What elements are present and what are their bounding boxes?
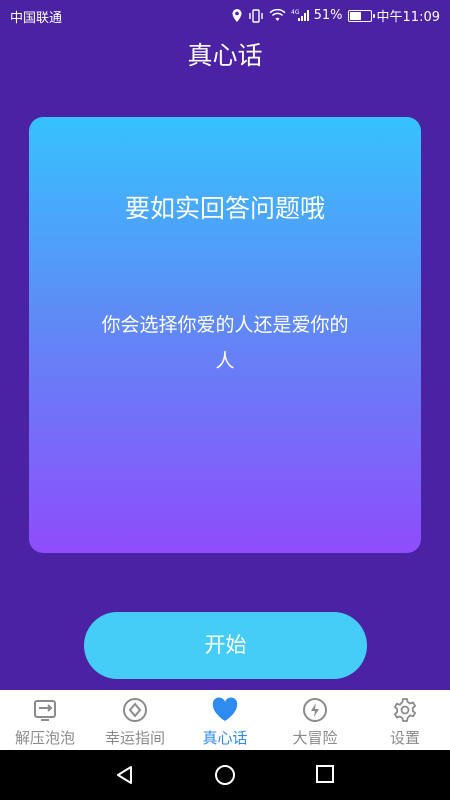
tab-decompress-bubbles[interactable]: 解压泡泡 <box>0 690 90 750</box>
page-title: 真心话 <box>187 41 263 70</box>
question-line-1: 你会选择你爱的人还是爱你的 <box>101 314 349 336</box>
signal-icon: 4G <box>291 9 309 22</box>
tab-label: 解压泡泡 <box>14 729 75 747</box>
tab-lucky-finger[interactable]: 幸运指间 <box>90 690 180 750</box>
svg-text:4G: 4G <box>291 9 300 16</box>
tab-label: 真心话 <box>202 729 248 747</box>
gear-icon <box>391 696 419 724</box>
tab-truth[interactable]: 真心话 <box>180 690 270 750</box>
recents-icon[interactable] <box>315 764 335 788</box>
compass-icon <box>121 696 149 724</box>
battery-icon <box>347 9 375 22</box>
tab-settings[interactable]: 设置 <box>360 690 450 750</box>
back-icon[interactable] <box>114 764 136 790</box>
question-line-2: 人 <box>215 350 235 372</box>
system-nav-bar <box>0 750 450 800</box>
location-icon <box>231 8 243 23</box>
question-text: 你会选择你爱的人还是爱你的 人 <box>73 307 377 379</box>
question-card: 要如实回答问题哦 你会选择你爱的人还是爱你的 人 <box>29 117 421 553</box>
heart-icon <box>211 696 239 724</box>
clock: 中午11:09 <box>376 10 440 25</box>
status-indicators: 4G 51% 中午11:09 <box>231 6 440 25</box>
battery-percent: 51% <box>313 8 343 23</box>
bubble-frame-icon <box>31 696 59 724</box>
card-heading: 要如实回答问题哦 <box>124 194 325 223</box>
wifi-icon <box>269 9 286 22</box>
tab-label: 大冒险 <box>292 729 338 747</box>
home-icon[interactable] <box>214 764 236 790</box>
tab-dare[interactable]: 大冒险 <box>270 690 360 750</box>
carrier-name: 中国联通 <box>10 11 63 26</box>
app-screen: 中国联通 4G 51% 中午11:09 真心话 要如实回答问题哦 你会选择你爱的… <box>0 0 450 800</box>
tab-bar: 解压泡泡 幸运指间 真心话 大冒险 设置 <box>0 690 450 750</box>
status-bar: 中国联通 4G 51% 中午11:09 <box>0 0 450 30</box>
start-button[interactable]: 开始 <box>84 612 367 679</box>
tab-label: 设置 <box>389 729 420 747</box>
vibrate-icon <box>248 8 264 23</box>
lightning-icon <box>301 696 329 724</box>
tab-label: 幸运指间 <box>104 729 165 747</box>
